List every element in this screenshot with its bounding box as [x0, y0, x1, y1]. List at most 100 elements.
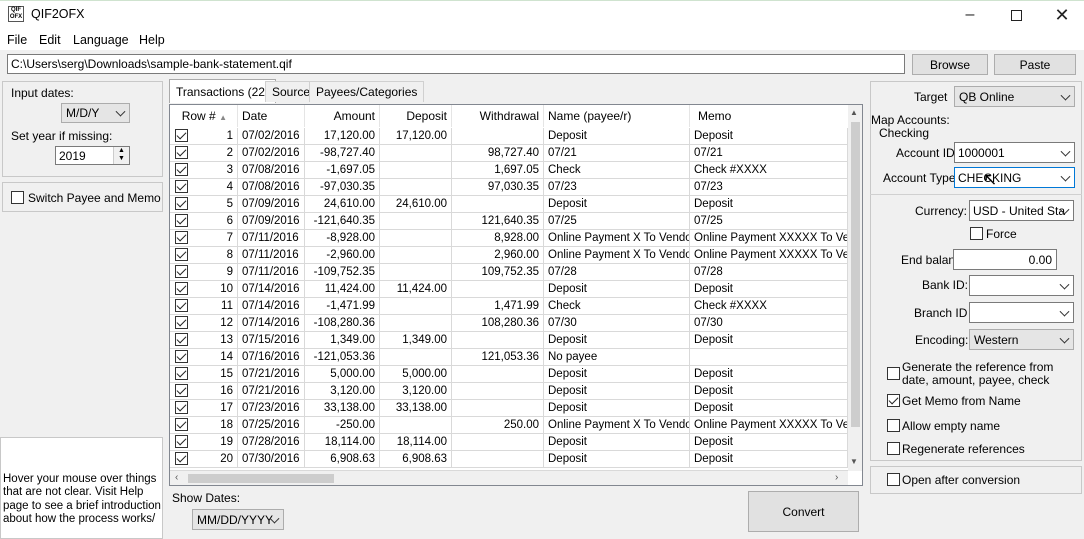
withdrawal-cell[interactable]: 121,640.35 [452, 213, 544, 230]
row-number-cell[interactable]: 10 [170, 281, 238, 298]
account-id-select[interactable]: 1000001 [954, 142, 1075, 163]
table-row[interactable]: 4 07/08/2016 -97,030.35 97,030.35 07/23 07/23 [170, 179, 850, 196]
deposit-cell[interactable]: 17,120.00 [380, 128, 452, 145]
date-cell[interactable]: 07/11/2016 [238, 247, 305, 264]
table-row[interactable]: 19 07/28/2016 18,114.00 18,114.00 Deposit Dep… [170, 434, 850, 451]
column-header-deposit[interactable]: Deposit [380, 105, 452, 127]
date-cell[interactable]: 07/11/2016 [238, 230, 305, 247]
browse-button[interactable]: Browse [912, 54, 988, 75]
memo-cell[interactable] [690, 349, 848, 366]
paste-button[interactable]: Paste [994, 54, 1076, 75]
file-path-input[interactable]: C:\Users\serg\Downloads\sample-bank-stat… [7, 54, 905, 74]
memo-cell[interactable]: Deposit [690, 366, 848, 383]
deposit-cell[interactable] [380, 230, 452, 247]
withdrawal-cell[interactable] [452, 383, 544, 400]
memo-cell[interactable]: Deposit [690, 332, 848, 349]
name-cell[interactable]: No payee [544, 349, 690, 366]
target-select[interactable]: QB Online [954, 86, 1075, 107]
column-header-memo[interactable]: Memo [690, 105, 850, 127]
withdrawal-cell[interactable] [452, 281, 544, 298]
deposit-cell[interactable]: 6,908.63 [380, 451, 452, 468]
name-cell[interactable]: 07/21 [544, 145, 690, 162]
memo-cell[interactable]: Deposit [690, 400, 848, 417]
row-number-cell[interactable]: 5 [170, 196, 238, 213]
table-row[interactable]: 1 07/02/2016 17,120.00 17,120.00 Deposit Depo… [170, 128, 850, 145]
table-row[interactable]: 10 07/14/2016 11,424.00 11,424.00 Deposit Dep… [170, 281, 850, 298]
regenerate-references-checkbox[interactable] [887, 442, 900, 455]
memo-cell[interactable]: Deposit [690, 451, 848, 468]
memo-cell[interactable]: Deposit [690, 128, 848, 145]
withdrawal-cell[interactable] [452, 332, 544, 349]
memo-cell[interactable]: 07/23 [690, 179, 848, 196]
withdrawal-cell[interactable]: 8,928.00 [452, 230, 544, 247]
table-row[interactable]: 20 07/30/2016 6,908.63 6,908.63 Deposit Depos… [170, 451, 850, 468]
memo-cell[interactable]: Online Payment XXXXX To Vendo [690, 230, 848, 247]
withdrawal-cell[interactable] [452, 400, 544, 417]
deposit-cell[interactable] [380, 264, 452, 281]
name-cell[interactable]: Deposit [544, 383, 690, 400]
menu-language[interactable]: Language [73, 33, 129, 47]
memo-cell[interactable]: 07/21 [690, 145, 848, 162]
row-number-cell[interactable]: 3 [170, 162, 238, 179]
date-cell[interactable]: 07/25/2016 [238, 417, 305, 434]
table-row[interactable]: 7 07/11/2016 -8,928.00 8,928.00 Online Payme… [170, 230, 850, 247]
date-cell[interactable]: 07/21/2016 [238, 366, 305, 383]
row-number-cell[interactable]: 2 [170, 145, 238, 162]
spinner-arrows-icon[interactable]: ▲ ▼ [113, 147, 129, 164]
currency-select[interactable]: USD - United Sta [969, 200, 1074, 221]
row-select-checkbox[interactable] [175, 333, 188, 346]
row-number-cell[interactable]: 13 [170, 332, 238, 349]
column-header-date[interactable]: Date [238, 105, 305, 127]
table-row[interactable]: 14 07/16/2016 -121,053.36 121,053.36 No paye… [170, 349, 850, 366]
name-cell[interactable]: Deposit [544, 332, 690, 349]
name-cell[interactable]: Deposit [544, 434, 690, 451]
scroll-up-icon[interactable]: ▲ [850, 108, 858, 117]
row-select-checkbox[interactable] [175, 129, 188, 142]
name-cell[interactable]: 07/25 [544, 213, 690, 230]
end-balance-input[interactable]: 0.00 [953, 249, 1057, 270]
table-row[interactable]: 8 07/11/2016 -2,960.00 2,960.00 Online Payme… [170, 247, 850, 264]
amount-cell[interactable]: 18,114.00 [305, 434, 380, 451]
row-number-cell[interactable]: 12 [170, 315, 238, 332]
amount-cell[interactable]: 24,610.00 [305, 196, 380, 213]
withdrawal-cell[interactable]: 121,053.36 [452, 349, 544, 366]
amount-cell[interactable]: -121,053.36 [305, 349, 380, 366]
memo-cell[interactable]: Check #XXXX [690, 298, 848, 315]
memo-cell[interactable]: Online Payment XXXXX To Vendo [690, 417, 848, 434]
amount-cell[interactable]: -109,752.35 [305, 264, 380, 281]
amount-cell[interactable]: 6,908.63 [305, 451, 380, 468]
date-cell[interactable]: 07/08/2016 [238, 179, 305, 196]
row-number-cell[interactable]: 17 [170, 400, 238, 417]
deposit-cell[interactable] [380, 417, 452, 434]
row-select-checkbox[interactable] [175, 367, 188, 380]
memo-cell[interactable]: Deposit [690, 383, 848, 400]
row-select-checkbox[interactable] [175, 248, 188, 261]
date-cell[interactable]: 07/11/2016 [238, 264, 305, 281]
transactions-grid[interactable]: Row # ▲ Date Amount Deposit Withdrawal N… [169, 104, 863, 486]
date-cell[interactable]: 07/15/2016 [238, 332, 305, 349]
row-select-checkbox[interactable] [175, 146, 188, 159]
deposit-cell[interactable] [380, 247, 452, 264]
menu-edit[interactable]: Edit [39, 33, 61, 47]
amount-cell[interactable]: 1,349.00 [305, 332, 380, 349]
tab-payees-categories[interactable]: Payees/Categories [309, 81, 425, 102]
scroll-right-icon[interactable]: › [835, 472, 838, 483]
deposit-cell[interactable]: 3,120.00 [380, 383, 452, 400]
withdrawal-cell[interactable] [452, 366, 544, 383]
date-cell[interactable]: 07/14/2016 [238, 281, 305, 298]
deposit-cell[interactable] [380, 213, 452, 230]
column-header-name[interactable]: Name (payee/r) [544, 105, 690, 127]
amount-cell[interactable]: -8,928.00 [305, 230, 380, 247]
encoding-select[interactable]: Western [969, 329, 1074, 350]
name-cell[interactable]: 07/28 [544, 264, 690, 281]
deposit-cell[interactable] [380, 145, 452, 162]
memo-cell[interactable]: Deposit [690, 196, 848, 213]
memo-cell[interactable]: Deposit [690, 281, 848, 298]
name-cell[interactable]: Check [544, 162, 690, 179]
table-row[interactable]: 18 07/25/2016 -250.00 250.00 Online Payment … [170, 417, 850, 434]
row-select-checkbox[interactable] [175, 282, 188, 295]
withdrawal-cell[interactable]: 2,960.00 [452, 247, 544, 264]
table-row[interactable]: 12 07/14/2016 -108,280.36 108,280.36 07/30 07… [170, 315, 850, 332]
date-cell[interactable]: 07/02/2016 [238, 128, 305, 145]
input-dates-select[interactable]: M/D/Y [61, 103, 130, 123]
